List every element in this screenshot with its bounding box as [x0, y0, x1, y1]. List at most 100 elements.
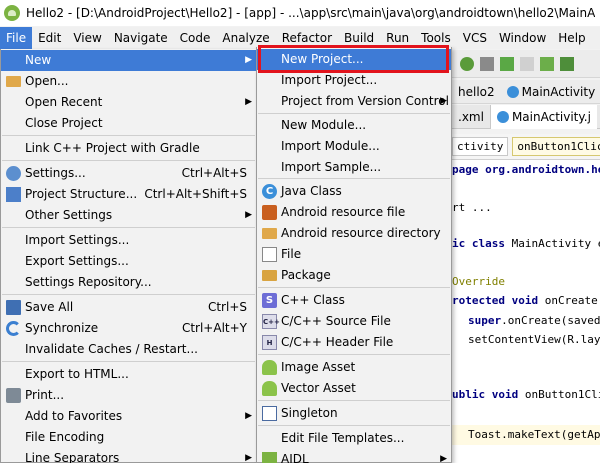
file-item[interactable]: File [257, 244, 451, 265]
sync-icon [6, 321, 21, 336]
cpp-class-item[interactable]: S C++ Class [257, 290, 451, 311]
cpp-source-icon: C++ [262, 314, 280, 329]
file-menu-file-encoding[interactable]: File Encoding [1, 427, 256, 448]
file-menu-settings[interactable]: Settings... Ctrl+Alt+S [1, 163, 256, 184]
file-icon [262, 247, 277, 262]
vector-asset-item[interactable]: Vector Asset [257, 378, 451, 399]
cpp-header-file-item[interactable]: H C/C++ Header File [257, 332, 451, 353]
tab-xml[interactable]: .xml [452, 105, 490, 129]
avd-icon[interactable] [560, 56, 574, 71]
menu-navigate[interactable]: Navigate [108, 27, 174, 49]
code-line: Toast.makeText(getAppl [468, 428, 600, 441]
file-menu-add-to-favorites[interactable]: Add to Favorites ▶ [1, 406, 256, 427]
menu-separator [258, 113, 450, 114]
file-menu-save-all[interactable]: Save All Ctrl+S [1, 297, 256, 318]
file-menu-print[interactable]: Print... [1, 385, 256, 406]
import-module-item[interactable]: Import Module... [257, 136, 451, 157]
package-item[interactable]: Package [257, 265, 451, 286]
folder-icon [6, 76, 21, 87]
editor-tabs: .xml MainActivity.j [452, 104, 600, 129]
ide-toolbar [452, 50, 600, 78]
folder-icon [262, 228, 277, 239]
stop-icon[interactable] [520, 56, 534, 71]
nav-class[interactable]: ctivity [452, 137, 509, 156]
attach-icon[interactable] [480, 56, 494, 71]
android-resource-directory-item[interactable]: Android resource directory [257, 223, 451, 244]
run-icon[interactable] [500, 56, 514, 71]
menu-view[interactable]: View [67, 27, 107, 49]
menu-separator [258, 178, 450, 179]
file-menu-open-recent[interactable]: Open Recent ▶ [1, 92, 256, 113]
menu-separator [2, 361, 255, 362]
singleton-item[interactable]: Singleton [257, 403, 451, 424]
edit-file-templates-item[interactable]: Edit File Templates... [257, 428, 451, 449]
android-resource-file-item[interactable]: Android resource file [257, 202, 451, 223]
menu-separator [258, 400, 450, 401]
class-icon [506, 85, 519, 98]
submenu-arrow-icon: ▶ [440, 454, 447, 463]
new-submenu: New Project... Import Project... Project… [256, 47, 452, 463]
code-line: rt ... [452, 201, 492, 214]
code-line: ublic void onButton1Cli [452, 388, 600, 401]
file-menu-link-cpp[interactable]: Link C++ Project with Gradle [1, 138, 256, 159]
new-module-item[interactable]: New Module... [257, 115, 451, 136]
menu-code[interactable]: Code [174, 27, 217, 49]
gear-icon [6, 166, 21, 181]
code-line: ic class MainActivity ex [452, 237, 600, 250]
submenu-arrow-icon: ▶ [245, 453, 252, 463]
menu-separator [2, 294, 255, 295]
menu-vcs[interactable]: VCS [457, 27, 493, 49]
file-menu-import-settings[interactable]: Import Settings... [1, 230, 256, 251]
submenu-arrow-icon: ▶ [245, 411, 252, 421]
project-from-vcs-item[interactable]: Project from Version Control ▶ [257, 91, 451, 112]
file-menu-export-settings[interactable]: Export Settings... [1, 251, 256, 272]
file-menu-open[interactable]: Open... [1, 71, 256, 92]
submenu-arrow-icon: ▶ [440, 96, 447, 106]
debug-icon[interactable] [460, 56, 474, 71]
package-icon [262, 270, 277, 281]
code-line: Override [452, 275, 505, 288]
import-project-item[interactable]: Import Project... [257, 70, 451, 91]
aidl-item[interactable]: AIDL ▶ [257, 449, 451, 463]
menu-edit[interactable]: Edit [32, 27, 67, 49]
cpp-source-file-item[interactable]: C++ C/C++ Source File [257, 311, 451, 332]
file-menu-close-project[interactable]: Close Project [1, 113, 256, 134]
code-line: page org.androidtown.hello [452, 163, 600, 176]
save-icon [6, 300, 21, 315]
cpp-class-icon: S [262, 293, 277, 308]
breadcrumb-item[interactable]: hello2 [452, 85, 501, 99]
menu-separator [2, 135, 255, 136]
print-icon [6, 388, 21, 403]
file-menu-project-structure[interactable]: Project Structure... Ctrl+Alt+Shift+S [1, 184, 256, 205]
menu-window[interactable]: Window [493, 27, 552, 49]
import-sample-item[interactable]: Import Sample... [257, 157, 451, 178]
file-menu-new[interactable]: New ▶ [1, 50, 256, 71]
nav-method[interactable]: onButton1Clicke [512, 137, 600, 156]
structure-nav-bar: ctivity onButton1Clicke [452, 134, 600, 160]
code-line: rotected void onCreate( [452, 294, 600, 307]
android-studio-icon [4, 5, 20, 21]
tab-mainactivity[interactable]: MainActivity.j [489, 104, 597, 129]
file-menu-settings-repository[interactable]: Settings Repository... [1, 272, 256, 293]
menu-file[interactable]: File [0, 27, 33, 49]
java-class-item[interactable]: C Java Class [257, 181, 451, 202]
project-structure-icon [6, 187, 21, 202]
file-menu-synchronize[interactable]: Synchronize Ctrl+Alt+Y [1, 318, 256, 339]
java-class-icon: C [262, 184, 277, 199]
image-asset-item[interactable]: Image Asset [257, 357, 451, 378]
file-menu-export-html[interactable]: Export to HTML... [1, 364, 256, 385]
class-icon [496, 110, 509, 123]
android-icon [262, 452, 277, 463]
file-menu-other-settings[interactable]: Other Settings ▶ [1, 205, 256, 226]
menu-separator [2, 227, 255, 228]
breadcrumb-item[interactable]: MainActivity [501, 85, 600, 99]
code-editor[interactable]: page org.androidtown.hello rt ... ic cla… [452, 160, 600, 463]
file-menu-invalidate-caches[interactable]: Invalidate Caches / Restart... [1, 339, 256, 360]
submenu-arrow-icon: ▶ [245, 55, 252, 65]
sync-gradle-icon[interactable] [540, 56, 554, 71]
menu-help[interactable]: Help [552, 27, 591, 49]
android-icon [262, 381, 277, 396]
file-menu-line-separators[interactable]: Line Separators ▶ [1, 448, 256, 463]
code-line: setContentView(R.layou [468, 333, 600, 346]
code-line: super.onCreate(savedI [468, 314, 600, 327]
